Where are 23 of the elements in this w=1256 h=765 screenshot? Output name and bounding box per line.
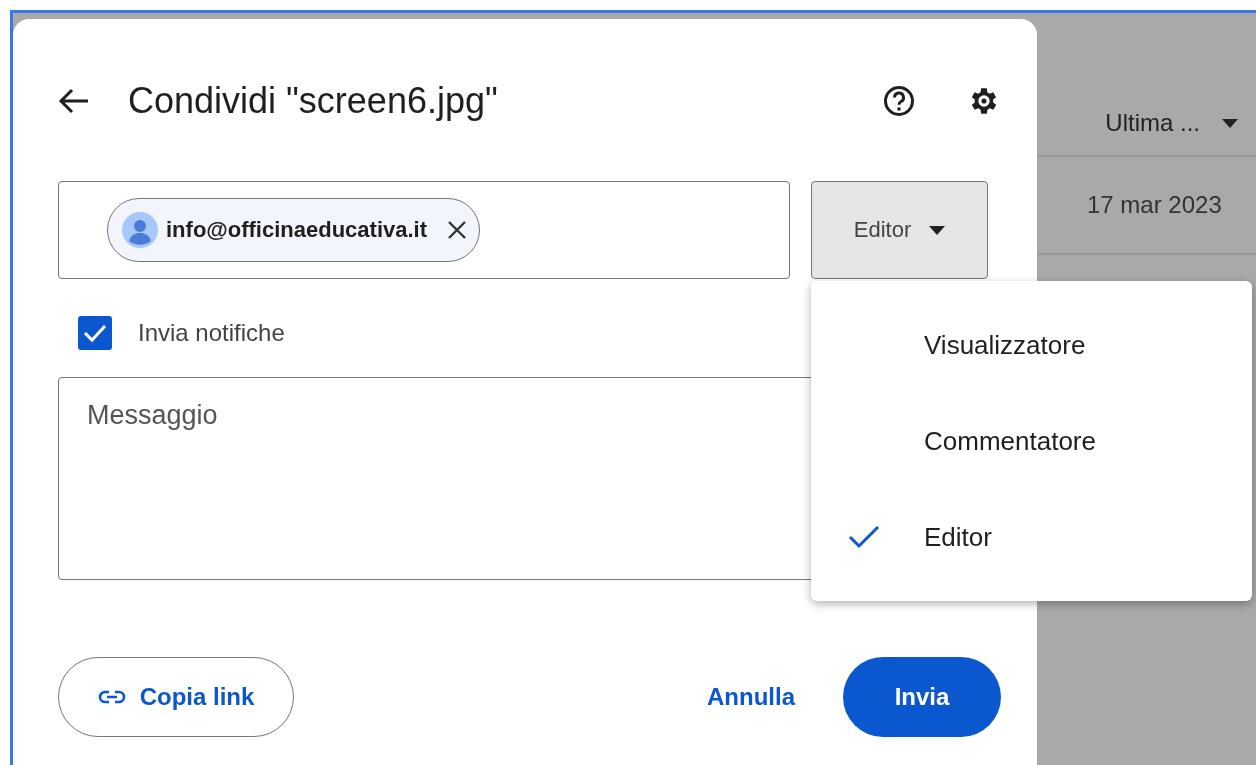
column-header[interactable]: Ultima ... bbox=[1105, 109, 1200, 137]
copy-link-button[interactable]: Copia link bbox=[58, 657, 294, 737]
help-icon bbox=[883, 85, 915, 117]
link-icon bbox=[97, 690, 126, 704]
remove-button[interactable] bbox=[447, 220, 468, 240]
notify-checkbox[interactable] bbox=[78, 316, 112, 350]
back-button[interactable] bbox=[58, 87, 90, 115]
caret-icon bbox=[929, 225, 946, 235]
role-dropdown[interactable]: Editor bbox=[811, 181, 988, 279]
back-arrow-icon bbox=[58, 87, 90, 115]
cancel-button[interactable]: Annulla bbox=[683, 657, 819, 737]
dialog-title: Condividi "screen6.jpg" bbox=[128, 80, 499, 122]
send-button[interactable]: Invia bbox=[843, 657, 1001, 737]
date-cell: 17 mar 2023 bbox=[1087, 191, 1222, 219]
close-icon bbox=[447, 220, 468, 240]
recipient-email: info@officinaeducativa.it bbox=[166, 217, 428, 243]
checkmark-icon bbox=[83, 323, 107, 343]
sort-caret-icon bbox=[1222, 118, 1238, 128]
recipients-field[interactable]: info@officinaeducativa.it bbox=[58, 181, 790, 279]
help-button[interactable] bbox=[883, 85, 915, 117]
recipient-chip[interactable]: info@officinaeducativa.it bbox=[107, 198, 481, 262]
notify-label: Invia notifiche bbox=[138, 319, 285, 347]
person-avatar-icon bbox=[122, 212, 158, 248]
